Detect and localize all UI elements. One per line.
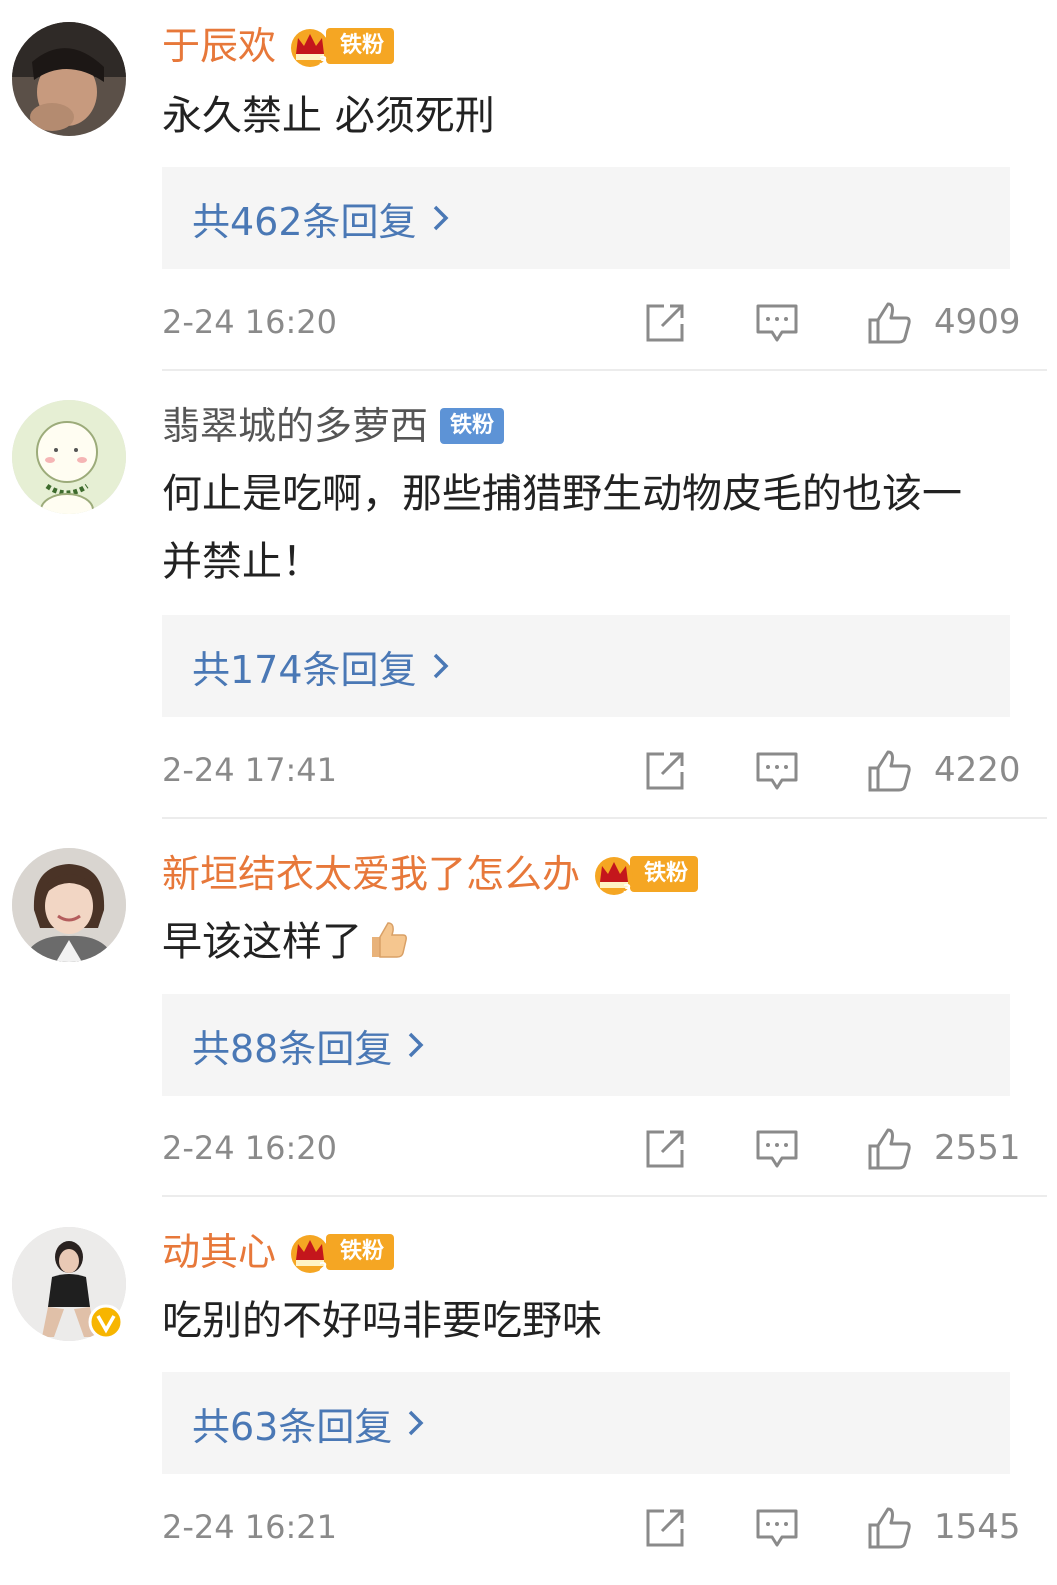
fan-badge[interactable]: 3 铁粉 [592,854,699,896]
like-count: 4220 [934,750,1021,790]
reply-button[interactable] [754,1505,800,1551]
like-button[interactable] [866,1126,912,1172]
divider [162,1195,1047,1197]
comment-text: 永久禁止 必须死刑 [162,93,495,139]
comment-icon [756,1509,798,1547]
chevron-right-icon [433,653,449,679]
fan-badge[interactable]: 铁粉 [440,406,505,446]
crown-icon: 3 [291,29,330,68]
share-button[interactable] [642,300,688,346]
share-icon [646,1509,684,1547]
fan-badge[interactable]: 2 铁粉 [288,1232,395,1274]
replies-count: 共88条回复 [192,1026,393,1071]
like-button[interactable] [866,748,912,794]
username[interactable]: 于辰欢 [162,18,276,74]
chevron-right-icon [409,1410,424,1436]
avatar[interactable] [12,848,126,962]
avatar-image [12,22,126,136]
share-icon [646,304,684,342]
crown-icon: 3 [595,857,634,896]
comment-text: 何止是吃啊，那些捕猎野生动物皮毛的也该一并禁止！ [162,471,962,585]
avatar-image [12,848,126,962]
like-count: 1545 [934,1507,1021,1547]
share-icon [646,1130,684,1168]
verified-badge-icon [88,1304,124,1340]
fan-badge[interactable]: 3 铁粉 [288,26,395,68]
comment-text-content: 早该这样了 [162,919,362,965]
thumbs-up-emoji-icon [372,922,407,958]
timestamp: 2-24 16:20 [162,1129,338,1167]
like-button[interactable] [866,1505,912,1551]
reply-button[interactable] [754,300,800,346]
divider [162,369,1047,371]
svg-text:2: 2 [319,1260,327,1274]
thumbs-up-icon [868,750,911,792]
replies-link[interactable]: 共63条回复 [162,1372,1010,1474]
username[interactable]: 翡翠城的多萝西 [162,398,428,454]
fan-tag: 铁粉 [326,28,395,64]
comment-text: 早该这样了 [162,908,1022,976]
share-icon [646,752,684,790]
share-button[interactable] [642,1126,688,1172]
divider [162,817,1047,819]
crown-icon: 2 [291,1235,330,1274]
comment-icon [756,752,798,790]
thumbs-up-icon [868,1128,911,1170]
comment-text: 吃别的不好吗非要吃野味 [162,1298,602,1344]
replies-count: 共462条回复 [192,199,417,244]
avatar[interactable] [12,400,126,514]
replies-link[interactable]: 共462条回复 [162,167,1010,269]
chevron-right-icon [433,205,449,231]
fan-tag: 铁粉 [326,1234,395,1270]
timestamp: 2-24 16:21 [162,1508,338,1546]
thumbs-up-icon [868,302,911,344]
timestamp: 2-24 16:20 [162,303,338,341]
like-count: 2551 [934,1128,1021,1168]
comment-icon [756,1130,798,1168]
fan-tag: 铁粉 [440,408,505,444]
share-button[interactable] [642,748,688,794]
avatar-image [12,400,126,514]
replies-count: 共174条回复 [192,647,417,692]
thumbs-up-icon [868,1507,911,1549]
like-button[interactable] [866,300,912,346]
chevron-right-icon [409,1032,424,1058]
reply-button[interactable] [754,1126,800,1172]
replies-link[interactable]: 共88条回复 [162,994,1010,1096]
share-button[interactable] [642,1505,688,1551]
reply-button[interactable] [754,748,800,794]
fan-tag: 铁粉 [630,856,699,892]
like-count: 4909 [934,302,1021,342]
avatar[interactable] [12,22,126,136]
svg-text:3: 3 [319,54,327,68]
svg-text:3: 3 [623,882,631,896]
timestamp: 2-24 17:41 [162,751,338,789]
replies-count: 共63条回复 [192,1404,393,1449]
replies-link[interactable]: 共174条回复 [162,615,1010,717]
username[interactable]: 动其心 [162,1224,276,1280]
username[interactable]: 新垣结衣太爱我了怎么办 [162,846,580,902]
comment-icon [756,304,798,342]
